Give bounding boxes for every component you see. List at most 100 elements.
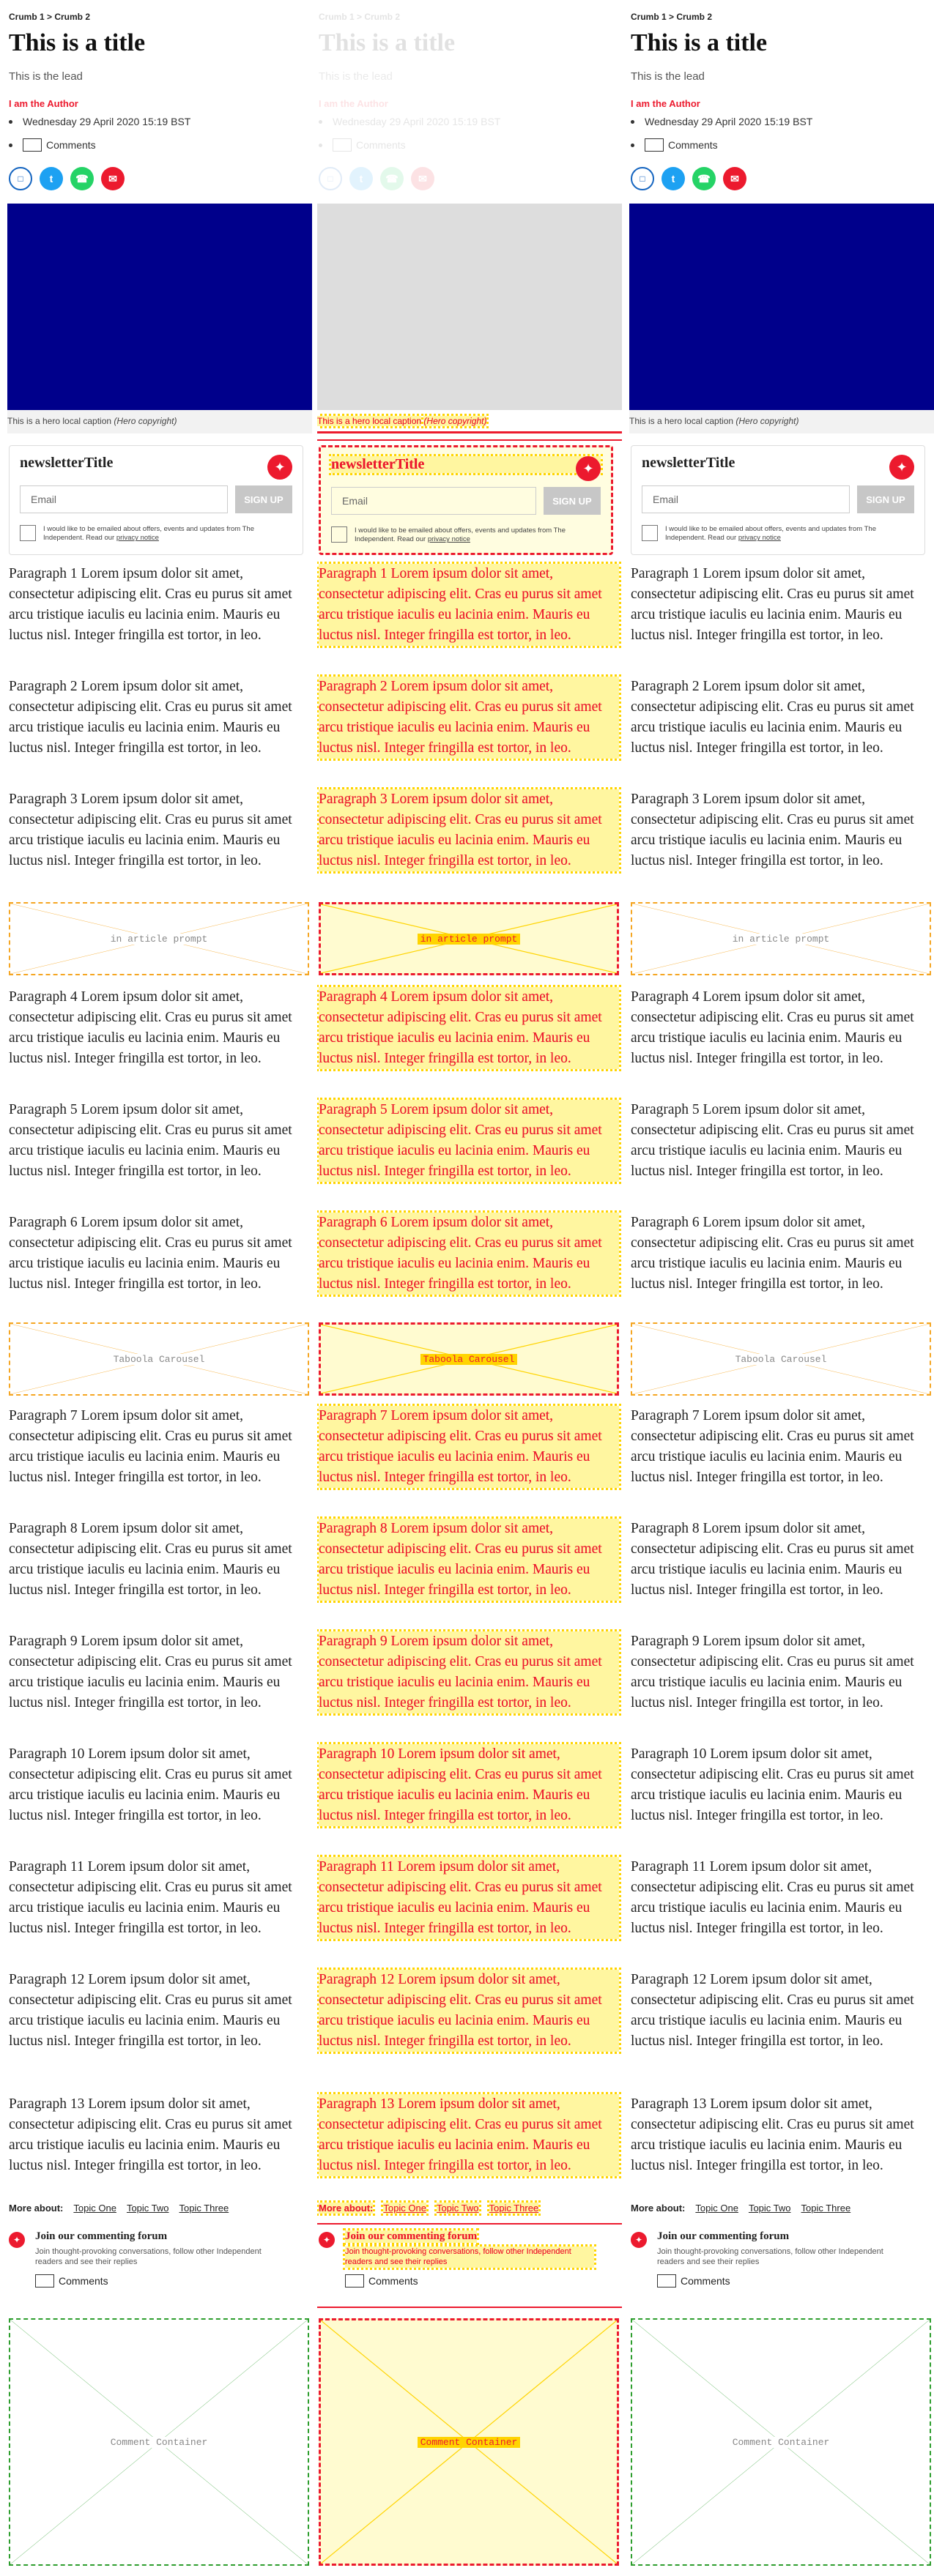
hero-caption: This is a hero local caption (Hero copyr… <box>629 410 934 433</box>
column-normal: Crumb 1 > Crumb 2 This is a title This i… <box>7 0 312 2576</box>
email-icon[interactable]: ✉ <box>101 167 125 190</box>
topic-link[interactable]: Topic One <box>73 2203 116 2214</box>
hero-copyright: (Hero copyright) <box>421 414 489 428</box>
article-paragraph: Paragraph 4 Lorem ipsum dolor sit amet, … <box>9 989 292 1066</box>
hero-caption-text: This is a hero local caption <box>629 416 734 426</box>
bullet-icon <box>9 119 12 124</box>
signup-button[interactable]: SIGN UP <box>544 487 601 515</box>
email-field[interactable]: Email <box>331 487 536 515</box>
comments-link[interactable]: Comments <box>9 138 96 152</box>
comment-icon <box>23 138 42 152</box>
independent-logo-icon: ✦ <box>889 455 914 480</box>
page-title: This is a title <box>319 29 456 56</box>
more-about-label: More about: <box>631 2203 686 2214</box>
in-article-placeholder: in article prompt <box>631 902 931 975</box>
consent-checkbox[interactable] <box>642 525 658 541</box>
forum-text: Join thought-provoking conversations, fo… <box>35 2247 262 2267</box>
article-paragraph: Paragraph 13 Lorem ipsum dolor sit amet,… <box>9 2096 292 2173</box>
debug-divider <box>317 439 622 441</box>
article-paragraph: Paragraph 12 Lorem ipsum dolor sit amet,… <box>9 1972 292 2049</box>
twitter-icon[interactable]: t <box>661 167 685 190</box>
article-paragraph: Paragraph 7 Lorem ipsum dolor sit amet, … <box>631 1408 914 1485</box>
article-paragraph: Paragraph 2 Lorem ipsum dolor sit amet, … <box>9 679 292 756</box>
taboola-placeholder: Taboola Carousel <box>631 1322 931 1396</box>
whatsapp-icon[interactable]: ☎ <box>380 167 404 190</box>
forum-comments-link[interactable]: Comments <box>345 2274 418 2287</box>
column-normal-2: Crumb 1 > Crumb 2 This is a title This i… <box>629 0 934 2576</box>
consent-checkbox[interactable] <box>20 525 36 541</box>
hero-copyright: (Hero copyright) <box>735 416 799 426</box>
forum-text: Join thought-provoking conversations, fo… <box>343 2244 596 2270</box>
bookmark-icon[interactable]: □ <box>631 167 654 190</box>
author-link[interactable]: I am the Author <box>9 98 78 109</box>
comment-placeholder: Comment Container <box>319 2318 619 2566</box>
email-field[interactable]: Email <box>642 485 850 513</box>
comment-placeholder: Comment Container <box>9 2318 309 2566</box>
hero-image <box>629 204 934 410</box>
consent-row: I would like to be emailed about offers,… <box>331 526 601 545</box>
breadcrumb[interactable]: Crumb 1 > Crumb 2 <box>9 12 90 22</box>
newsletter-signup: newsletterTitle ✦ Email SIGN UP I would … <box>631 445 925 555</box>
signup-button[interactable]: SIGN UP <box>857 485 914 513</box>
placeholder-label: Comment Container <box>729 2436 833 2448</box>
twitter-icon[interactable]: t <box>40 167 63 190</box>
topic-link[interactable]: Topic Three <box>801 2203 851 2214</box>
topic-link[interactable]: Topic One <box>695 2203 738 2214</box>
topic-link[interactable]: Topic Two <box>434 2200 481 2216</box>
privacy-link[interactable]: privacy notice <box>738 534 781 542</box>
article-paragraph: Paragraph 8 Lorem ipsum dolor sit amet, … <box>631 1521 914 1598</box>
forum-comments-link[interactable]: Comments <box>35 2274 108 2287</box>
article-paragraph: Paragraph 3 Lorem ipsum dolor sit amet, … <box>631 792 914 868</box>
article-paragraph: Paragraph 8 Lorem ipsum dolor sit amet, … <box>317 1516 621 1603</box>
email-icon[interactable]: ✉ <box>411 167 434 190</box>
hero-caption-text: This is a hero local caption <box>7 416 112 426</box>
email-icon[interactable]: ✉ <box>723 167 746 190</box>
topic-link[interactable]: Topic Two <box>127 2203 169 2214</box>
placeholder-label: Taboola Carousel <box>420 1353 518 1365</box>
signup-button[interactable]: SIGN UP <box>235 485 292 513</box>
article-paragraph: Paragraph 12 Lorem ipsum dolor sit amet,… <box>317 1968 621 2054</box>
lead-text: This is the lead <box>9 70 83 83</box>
comment-icon <box>345 2274 364 2287</box>
bookmark-icon[interactable]: □ <box>319 167 342 190</box>
bullet-icon <box>319 119 322 124</box>
topic-link[interactable]: Topic One <box>381 2200 429 2216</box>
author-link[interactable]: I am the Author <box>631 98 700 109</box>
hero-caption: This is a hero local caption (Hero copyr… <box>317 410 622 433</box>
email-field[interactable]: Email <box>20 485 228 513</box>
publish-date: Wednesday 29 April 2020 15:19 BST <box>9 116 190 127</box>
article-paragraph: Paragraph 9 Lorem ipsum dolor sit amet, … <box>9 1634 292 1710</box>
privacy-link[interactable]: privacy notice <box>428 535 470 543</box>
taboola-placeholder: Taboola Carousel <box>9 1322 309 1396</box>
article-paragraph: Paragraph 1 Lorem ipsum dolor sit amet, … <box>317 562 621 648</box>
whatsapp-icon[interactable]: ☎ <box>70 167 94 190</box>
article-paragraph: Paragraph 12 Lorem ipsum dolor sit amet,… <box>631 1972 914 2049</box>
consent-row: I would like to be emailed about offers,… <box>642 525 914 543</box>
forum-title: Join our commenting forum <box>35 2230 168 2242</box>
consent-checkbox[interactable] <box>331 526 347 543</box>
comment-icon <box>645 138 664 152</box>
article-paragraph: Paragraph 5 Lorem ipsum dolor sit amet, … <box>631 1102 914 1179</box>
privacy-link[interactable]: privacy notice <box>116 534 159 542</box>
bookmark-icon[interactable]: □ <box>9 167 32 190</box>
whatsapp-icon[interactable]: ☎ <box>692 167 716 190</box>
topic-link[interactable]: Topic Three <box>486 2200 541 2216</box>
hero-image <box>317 204 622 410</box>
topic-link[interactable]: Topic Three <box>179 2203 229 2214</box>
author-link[interactable]: I am the Author <box>319 98 388 109</box>
more-about: More about: Topic One Topic Two Topic Th… <box>317 2200 541 2216</box>
forum-comments-link[interactable]: Comments <box>657 2274 730 2287</box>
debug-divider <box>317 2307 622 2308</box>
breadcrumb[interactable]: Crumb 1 > Crumb 2 <box>631 12 712 22</box>
breadcrumb[interactable]: Crumb 1 > Crumb 2 <box>319 12 400 22</box>
comments-link[interactable]: Comments <box>631 138 718 152</box>
twitter-icon[interactable]: t <box>349 167 373 190</box>
newsletter-title: newsletterTitle <box>329 454 603 475</box>
consent-row: I would like to be emailed about offers,… <box>20 525 292 543</box>
comment-icon <box>657 2274 676 2287</box>
topic-link[interactable]: Topic Two <box>749 2203 791 2214</box>
article-paragraph: Paragraph 1 Lorem ipsum dolor sit amet, … <box>631 566 914 643</box>
forum-comments-label: Comments <box>368 2275 418 2287</box>
comments-link[interactable]: Comments <box>319 138 406 152</box>
forum-text: Join thought-provoking conversations, fo… <box>657 2247 883 2267</box>
